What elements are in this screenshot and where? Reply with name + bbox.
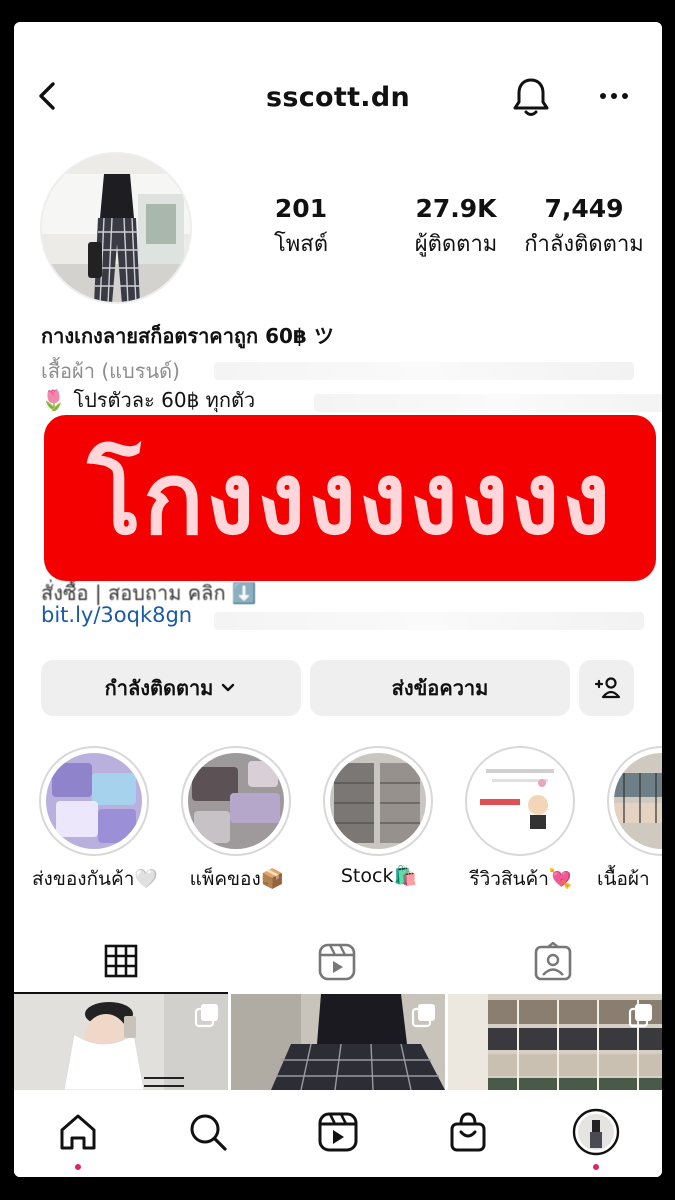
stat-followers-value: 27.9K: [415, 194, 497, 223]
multiple-photos-icon: [411, 1004, 435, 1028]
add-person-button[interactable]: [579, 660, 634, 716]
highlight-item[interactable]: แพ็คของ📦: [181, 746, 293, 890]
message-button[interactable]: ส่งข้อความ: [310, 660, 570, 716]
highlight-ring: [181, 746, 291, 856]
post-thumbnail[interactable]: [14, 994, 228, 1090]
profile-avatar: [572, 1108, 620, 1156]
highlight-item[interactable]: ส่งของกันค้า🤍: [32, 746, 158, 890]
nav-profile[interactable]: [572, 1108, 620, 1156]
chevron-down-icon: [222, 683, 235, 692]
more-horizontal-icon[interactable]: [594, 76, 634, 116]
multiple-photos-icon: [628, 1004, 652, 1028]
highlight-cover: [472, 753, 568, 849]
notification-dot: [75, 1164, 81, 1170]
blurred-text: [314, 394, 662, 412]
stat-following-label: กำลังติดตาม: [524, 232, 644, 257]
profile-screen: sscott.dn 201 โพสต์ 27.9K ผู้ติดตาม 7,44…: [14, 22, 662, 1177]
nav-reels[interactable]: [314, 1108, 362, 1156]
home-icon: [60, 1114, 96, 1150]
message-button-label: ส่งข้อความ: [391, 676, 489, 700]
highlight-cover: [330, 753, 426, 849]
highlight-item[interactable]: รีวิวสินค้า💘: [465, 746, 577, 890]
bell-icon[interactable]: [508, 74, 554, 120]
scam-warning-text: โกงงงงงงงง: [87, 443, 613, 555]
stat-following[interactable]: 7,449 กำลังติดตาม: [514, 194, 654, 261]
shop-icon: [450, 1112, 486, 1152]
add-person-icon: [594, 677, 620, 699]
reels-icon: [318, 1112, 358, 1152]
highlight-ring: [323, 746, 433, 856]
nav-home[interactable]: [54, 1108, 102, 1156]
highlight-label: แพ็คของ📦: [189, 868, 285, 890]
avatar-photo: [42, 154, 190, 302]
blurred-text: [214, 362, 634, 380]
highlight-ring: [465, 746, 575, 856]
following-button[interactable]: กำลังติดตาม: [41, 660, 301, 716]
highlight-label: รีวิวสินค้า💘: [469, 868, 573, 890]
stat-followers-label: ผู้ติดตาม: [414, 232, 498, 257]
bottom-nav: [14, 1090, 662, 1177]
stat-followers[interactable]: 27.9K ผู้ติดตาม: [386, 194, 526, 261]
scam-warning-banner: โกงงงงงงงง: [44, 415, 656, 581]
highlight-item[interactable]: เนื้อผ้า: [597, 746, 662, 890]
search-icon: [190, 1114, 227, 1151]
blurred-text: [214, 612, 644, 630]
highlight-label: ส่งของกันค้า🤍: [31, 868, 159, 890]
tab-reels[interactable]: [230, 930, 444, 994]
nav-search[interactable]: [184, 1108, 232, 1156]
bio-category: เสื้อผ้า (แบรนด์): [41, 359, 180, 383]
highlight-ring: [39, 746, 149, 856]
following-button-label: กำลังติดตาม: [104, 676, 214, 700]
bio-name: กางเกงลายสก็อตราคาถูก 60฿ ツ: [41, 324, 334, 348]
profile-avatar[interactable]: [40, 152, 192, 304]
tab-grid[interactable]: [14, 930, 228, 994]
highlight-label: Stock🛍️: [340, 865, 418, 887]
multiple-photos-icon: [194, 1004, 218, 1028]
highlight-item[interactable]: Stock🛍️: [323, 746, 435, 887]
highlight-cover: [188, 753, 284, 849]
tulip-icon: 🌷: [41, 388, 66, 412]
bio-promo: 🌷 โปรตัวละ 60฿ ทุกตัว: [41, 384, 255, 416]
stat-posts[interactable]: 201 โพสต์: [246, 194, 356, 261]
highlight-ring: [607, 746, 662, 856]
tab-tagged[interactable]: [446, 930, 660, 994]
stat-posts-value: 201: [274, 194, 328, 223]
nav-shop[interactable]: [444, 1108, 492, 1156]
stat-posts-label: โพสต์: [273, 232, 329, 257]
notification-dot: [593, 1164, 599, 1170]
bio-link[interactable]: bit.ly/3oqk8gn: [41, 603, 192, 627]
tagged-icon: [534, 942, 572, 981]
post-thumbnail[interactable]: [231, 994, 445, 1090]
top-bar: sscott.dn: [14, 62, 662, 132]
highlight-cover: [614, 753, 662, 849]
profile-username: sscott.dn: [265, 82, 410, 113]
post-thumbnail[interactable]: [448, 994, 662, 1090]
grid-icon: [104, 944, 138, 978]
highlight-label: เนื้อผ้า: [597, 868, 650, 890]
highlight-cover: [46, 753, 142, 849]
reels-icon: [318, 943, 356, 981]
stat-following-value: 7,449: [544, 194, 624, 223]
bio-promo-text: โปรตัวละ 60฿ ทุกตัว: [73, 388, 256, 412]
